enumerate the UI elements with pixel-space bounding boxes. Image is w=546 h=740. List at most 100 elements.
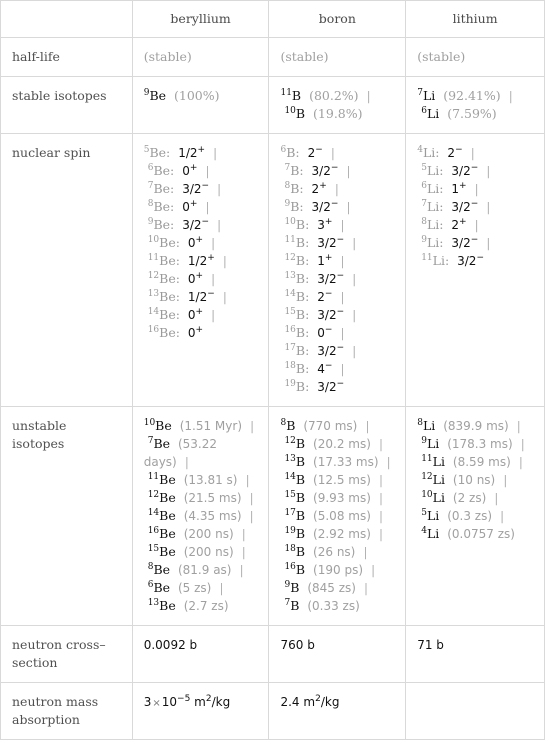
isotope-entry: 13Be (2.7 zs) xyxy=(148,598,229,613)
element-symbol: B xyxy=(295,508,306,523)
spin-entry: 5Li: 3/2− xyxy=(421,163,478,178)
parity: + xyxy=(459,217,467,227)
separator: | xyxy=(340,217,345,232)
spin-value: 0 xyxy=(182,200,190,214)
spin-entry: 13B: 3/2− xyxy=(284,271,344,286)
spin-entry: 16B: 0− xyxy=(284,325,332,340)
parity: − xyxy=(336,343,345,353)
parity: − xyxy=(336,307,345,317)
half-life-beryllium: (stable) xyxy=(131,37,270,77)
spin-entry: 7Be: 3/2− xyxy=(148,181,209,196)
half-life: (20.2 ms) xyxy=(313,437,371,451)
cross-section-beryllium: 0.0092 b xyxy=(131,625,270,683)
mass-number: 12 xyxy=(421,472,433,482)
element-symbol: B: xyxy=(295,253,310,268)
spin-value: 1/2 xyxy=(187,290,208,304)
parity: + xyxy=(195,271,204,281)
spin-value: 3/2 xyxy=(317,236,337,250)
element-symbol: Be: xyxy=(159,235,180,250)
spin-value: 2 xyxy=(451,218,460,232)
header-lithium: lithium xyxy=(405,0,545,38)
element-symbol: Li xyxy=(432,490,445,505)
unstable-isotopes-boron: 8B (770 ms) | 12B (20.2 ms) | 13B (17.33… xyxy=(268,406,407,626)
header-empty xyxy=(0,0,133,38)
mass-number: 12 xyxy=(284,253,296,263)
isotope-entry: 11Li (8.59 ms) xyxy=(421,454,511,469)
mass-number: 14 xyxy=(284,472,296,482)
element-symbol: Be xyxy=(153,562,171,577)
half-life: (8.59 ms) xyxy=(452,455,511,469)
separator: | xyxy=(241,544,246,559)
mass-number: 11 xyxy=(421,253,433,263)
element-symbol: Li: xyxy=(426,235,444,250)
separator: | xyxy=(346,199,351,214)
isotope-entry: 15Be (200 ns) xyxy=(148,544,234,559)
separator: | xyxy=(334,181,339,196)
element-symbol: Li xyxy=(426,526,440,541)
spin-value: 1/2 xyxy=(178,146,198,160)
stable-isotopes-beryllium: 9Be (100%) xyxy=(131,76,270,134)
mass-number: 12 xyxy=(147,490,160,500)
mass-number: 12 xyxy=(284,436,296,446)
separator: | xyxy=(211,271,216,286)
row-neutron-mass-absorption: neutron mass absorption 3×10−5 m2/kg 2.4… xyxy=(0,682,545,740)
spin-value: 2 xyxy=(317,290,325,304)
separator: | xyxy=(211,235,216,250)
mass-absorption-lithium xyxy=(405,682,545,740)
spin-entry: 8B: 2+ xyxy=(284,181,326,196)
spin-value: 3/2 xyxy=(182,182,202,196)
spin-entry: 12Be: 0+ xyxy=(148,271,203,286)
element-symbol: B xyxy=(295,490,306,505)
element-symbol: B: xyxy=(295,361,310,376)
element-symbol: Be: xyxy=(159,307,180,322)
half-life: (21.5 ms) xyxy=(183,491,242,505)
separator: | xyxy=(352,271,357,286)
element-symbol: Be: xyxy=(159,325,180,340)
element-symbol: Be: xyxy=(153,181,175,196)
half-life: (770 ms) xyxy=(303,419,358,433)
isotope-entry: 15B (9.93 ms) xyxy=(284,490,370,505)
isotope-entry: 9Be (100%) xyxy=(144,88,220,103)
header-beryllium: beryllium xyxy=(131,0,270,38)
mass-number: 14 xyxy=(147,508,160,518)
spin-entry: 18B: 4− xyxy=(284,361,332,376)
spin-value: 3/2 xyxy=(311,200,331,214)
half-life: (2.7 zs) xyxy=(183,599,229,613)
element-symbol: B xyxy=(295,472,306,487)
separator: | xyxy=(366,88,371,103)
separator: | xyxy=(499,508,505,523)
spin-entry: 4Li: 2− xyxy=(417,145,462,160)
parity: − xyxy=(470,235,479,245)
half-life: (178.3 ms) xyxy=(447,437,513,451)
mass-number: 18 xyxy=(284,544,296,554)
unit: m xyxy=(194,695,206,709)
cross-section-lithium: 71 b xyxy=(405,625,545,683)
element-symbol: Li xyxy=(426,436,440,451)
mass-number: 15 xyxy=(284,307,296,317)
separator: | xyxy=(340,253,345,268)
element-symbol: B: xyxy=(295,325,310,340)
isotope-entry: 7Be (53.22 days) xyxy=(144,436,217,469)
separator: | xyxy=(205,163,210,178)
mass-number: 11 xyxy=(280,88,292,98)
isotope-entry: 8Li (839.9 ms) xyxy=(417,418,508,433)
mantissa: 2.4 xyxy=(280,695,300,709)
isotope-entry: 10B (19.8%) xyxy=(284,106,362,121)
row-label: stable isotopes xyxy=(0,76,133,134)
nuclear-spin-boron: 6B: 2− | 7B: 3/2− | 8B: 2+ | 9B: 3/2− | … xyxy=(268,133,407,407)
separator: | xyxy=(378,436,384,451)
element-symbol: Li: xyxy=(426,199,444,214)
isotope-entry: 14B (12.5 ms) xyxy=(284,472,370,487)
mass-number: 17 xyxy=(284,508,296,518)
parity: + xyxy=(189,199,198,209)
row-nuclear-spin: nuclear spin 5Be: 1/2+ | 6Be: 0+ | 7Be: … xyxy=(0,133,545,407)
spin-entry: 19B: 3/2− xyxy=(284,379,344,394)
header-boron: boron xyxy=(268,0,407,38)
half-life: (0.3 zs) xyxy=(447,509,493,523)
parity: − xyxy=(201,217,210,227)
parity: + xyxy=(189,163,198,173)
separator: | xyxy=(340,361,345,376)
parity: + xyxy=(207,253,215,263)
element-symbol: Be: xyxy=(153,217,175,232)
spin-value: 1 xyxy=(317,254,325,268)
